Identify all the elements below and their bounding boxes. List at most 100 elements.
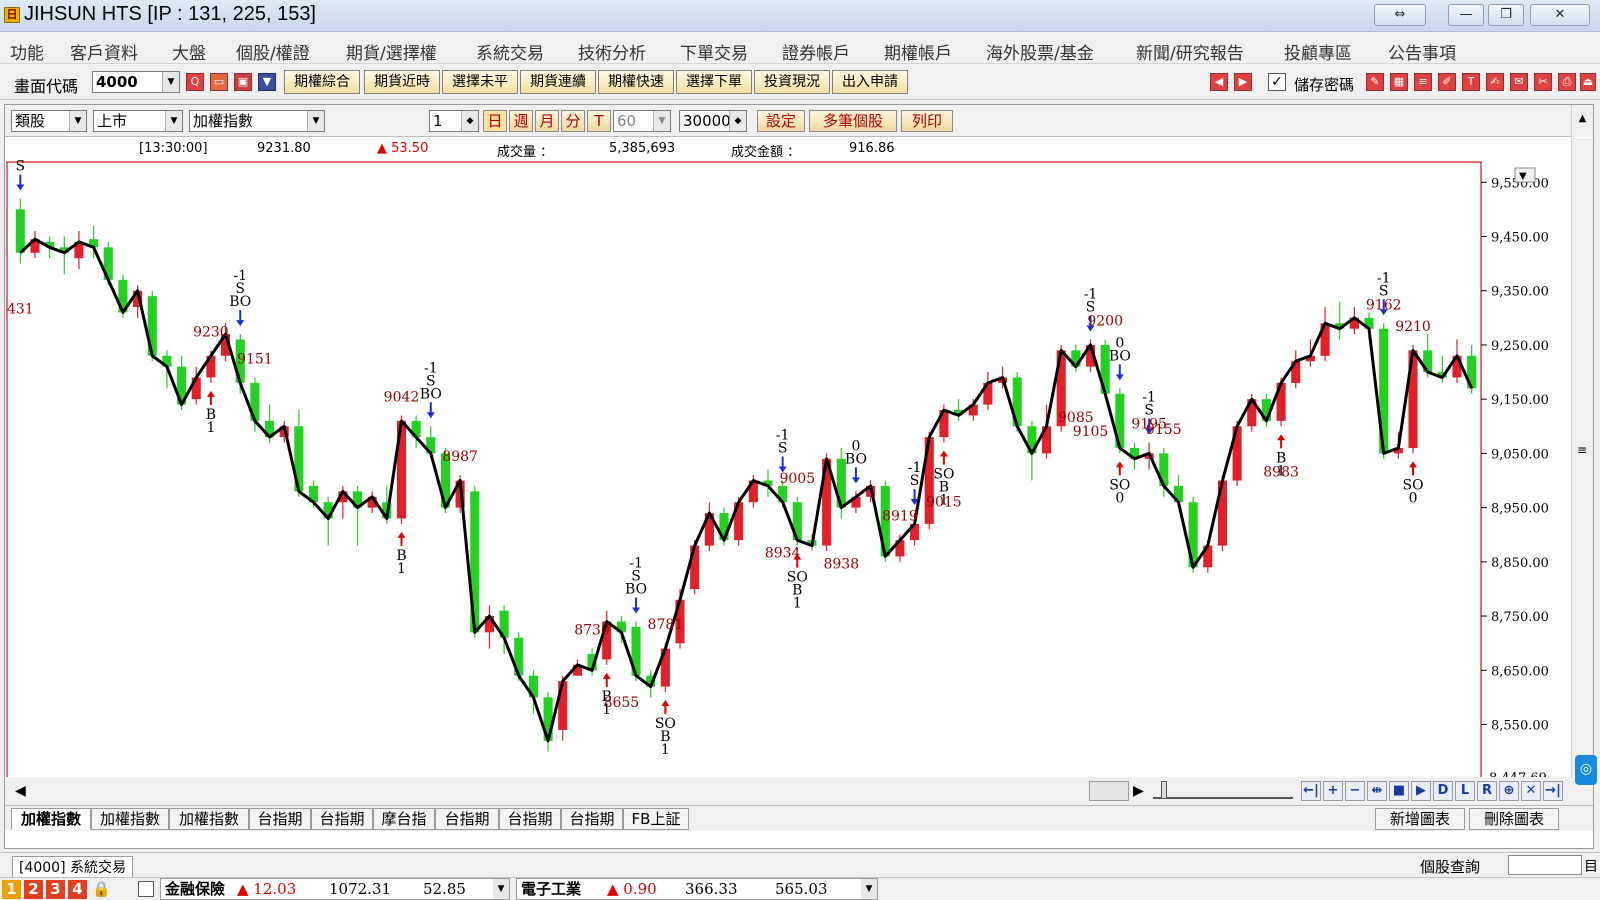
nav-button-9[interactable]: ⊕ <box>1499 781 1519 801</box>
minutes-combo[interactable]: 60 ▼ <box>613 110 671 132</box>
count-spinner[interactable]: 30000 ◆ <box>679 110 747 132</box>
window-icon[interactable]: ▣ <box>234 73 252 91</box>
toolbar-button-4[interactable]: 期權快速 <box>598 70 674 94</box>
chart-tab-3[interactable]: 台指期 <box>249 808 311 830</box>
menu-item-5[interactable]: 系統交易 <box>476 39 544 64</box>
market-combo[interactable]: 上市 ▼ <box>93 110 183 132</box>
nav-button-0[interactable]: ←| <box>1301 781 1321 801</box>
exit-icon[interactable]: ⏏ <box>1580 73 1596 91</box>
period-button-2[interactable]: 月 <box>535 110 559 132</box>
scroll-up-button[interactable]: ▲ <box>1571 105 1593 137</box>
ticker-2[interactable]: 電子工業 ▲ 0.90 366.33 565.03 ▼ <box>516 878 878 900</box>
menu-item-3[interactable]: 個股/權證 <box>236 39 310 64</box>
scroll-left-icon[interactable]: ◀ <box>15 783 26 799</box>
chart-tab-7[interactable]: 台指期 <box>499 808 561 830</box>
next-icon[interactable]: ▶ <box>1234 73 1252 91</box>
toolbar-button-7[interactable]: 出入申請 <box>832 70 908 94</box>
chat-float-icon[interactable]: ◎ <box>1575 755 1597 785</box>
nav-button-11[interactable]: →| <box>1543 781 1563 801</box>
text-icon[interactable]: T <box>1462 73 1480 91</box>
restore-arrows-button[interactable]: ⇔ <box>1374 4 1426 26</box>
edit-icon[interactable]: ✐ <box>1438 73 1456 91</box>
nav-button-10[interactable]: ✕ <box>1521 781 1541 801</box>
app-icon[interactable]: 日 <box>4 7 20 23</box>
workspace-1[interactable]: 1 <box>2 880 21 899</box>
scroll-right-icon[interactable]: ▶ <box>1133 783 1144 799</box>
brush-icon[interactable]: ✍ <box>1486 73 1504 91</box>
period-button-1[interactable]: 週 <box>509 110 533 132</box>
menu-item-13[interactable]: 公告事項 <box>1388 39 1456 64</box>
chevron-down-icon[interactable]: ▼ <box>165 111 182 131</box>
slider-handle[interactable] <box>1161 781 1167 799</box>
nav-button-6[interactable]: D <box>1433 781 1453 801</box>
window-tab[interactable]: [4000] 系統交易 <box>12 856 134 878</box>
save-password-checkbox[interactable]: ✓ <box>1268 73 1286 91</box>
toolbar-button-1[interactable]: 期貨近時 <box>364 70 440 94</box>
menu-item-9[interactable]: 期權帳戶 <box>884 39 952 64</box>
nav-button-1[interactable]: + <box>1323 781 1343 801</box>
candle[interactable] <box>470 485 480 638</box>
chart-tab-6[interactable]: 台指期 <box>435 808 499 830</box>
ticker-checkbox[interactable] <box>138 881 154 897</box>
horizontal-scrollbar[interactable] <box>1089 781 1129 801</box>
control-button-0[interactable]: 設定 <box>757 110 805 132</box>
category-combo[interactable]: 類股 ▼ <box>11 110 87 132</box>
chart-action-1[interactable]: 刪除圖表 <box>1469 808 1559 830</box>
scroll-grip-icon[interactable]: ≡ <box>1577 443 1587 457</box>
nav-button-2[interactable]: − <box>1345 781 1365 801</box>
chart-tab-0[interactable]: 加權指數 <box>11 808 91 830</box>
close-button[interactable]: ✕ <box>1530 4 1590 26</box>
menu-item-4[interactable]: 期貨/選擇權 <box>346 39 437 64</box>
chevron-down-icon[interactable]: ▼ <box>307 111 324 131</box>
code-combo[interactable]: 4000 ▼ <box>92 71 180 93</box>
lock-icon[interactable]: 🔒 <box>92 880 111 898</box>
maximize-button[interactable]: ❐ <box>1488 4 1524 26</box>
toolbar-button-5[interactable]: 選擇下單 <box>676 70 752 94</box>
control-button-1[interactable]: 多筆個股 <box>809 110 897 132</box>
menu-item-6[interactable]: 技術分析 <box>578 39 646 64</box>
control-button-2[interactable]: 列印 <box>901 110 953 132</box>
chart-tab-5[interactable]: 摩台指 <box>373 808 435 830</box>
menu-item-12[interactable]: 投顧專區 <box>1284 39 1352 64</box>
prev-icon[interactable]: ◀ <box>1210 73 1228 91</box>
chat-icon[interactable]: ✉ <box>1510 73 1528 91</box>
candle[interactable] <box>1408 344 1418 454</box>
print-icon[interactable]: ⎙ <box>1558 73 1576 91</box>
stock-query-input[interactable] <box>1508 855 1582 875</box>
nav-button-5[interactable]: ▶ <box>1411 781 1431 801</box>
chevron-down-icon[interactable]: ▼ <box>861 879 877 899</box>
folder-icon[interactable]: ▭ <box>210 73 228 91</box>
toolbar-button-0[interactable]: 期權綜合 <box>284 70 360 94</box>
candle[interactable] <box>396 415 407 524</box>
menu-item-7[interactable]: 下單交易 <box>680 39 748 64</box>
chart-tab-8[interactable]: 台指期 <box>561 808 623 830</box>
ticker-1[interactable]: 金融保險 ▲ 12.03 1072.31 52.85 ▼ <box>160 878 510 900</box>
period-button-0[interactable]: 日 <box>483 110 507 132</box>
dropdown-icon[interactable]: ▼ <box>258 73 276 91</box>
chart-tab-1[interactable]: 加權指數 <box>91 808 169 830</box>
menu-item-10[interactable]: 海外股票/基金 <box>986 39 1094 64</box>
chevron-down-icon[interactable]: ▼ <box>162 72 179 92</box>
nav-button-7[interactable]: L <box>1455 781 1475 801</box>
chart-tab-4[interactable]: 台指期 <box>311 808 373 830</box>
spinner-icon[interactable]: ◆ <box>729 111 746 131</box>
workspace-4[interactable]: 4 <box>68 880 87 899</box>
spinner-icon[interactable]: ◆ <box>461 111 478 131</box>
nav-button-8[interactable]: R <box>1477 781 1497 801</box>
pen-icon[interactable]: ✎ <box>1366 73 1384 91</box>
chevron-down-icon[interactable]: ▼ <box>653 111 670 131</box>
candlestick-chart[interactable]: 9,550.009,450.009,350.009,250.009,150.00… <box>5 160 1593 790</box>
stock-query-end[interactable]: 目 <box>1584 856 1598 876</box>
chevron-down-icon[interactable]: ▼ <box>69 111 86 131</box>
chevron-down-icon[interactable]: ▼ <box>493 879 509 899</box>
nav-button-4[interactable]: ■ <box>1389 781 1409 801</box>
nav-button-3[interactable]: ⇹ <box>1367 781 1387 801</box>
index-combo[interactable]: 加權指數 ▼ <box>189 110 325 132</box>
menu-item-2[interactable]: 大盤 <box>172 39 206 64</box>
chart-tab-2[interactable]: 加權指數 <box>169 808 249 830</box>
chart-tab-9[interactable]: FB上証 <box>623 808 689 830</box>
list-icon[interactable]: ≡ <box>1414 73 1432 91</box>
period-number-spinner[interactable]: 1 ◆ <box>429 110 479 132</box>
menu-item-8[interactable]: 證券帳戶 <box>782 39 850 64</box>
toolbar-button-6[interactable]: 投資現況 <box>754 70 830 94</box>
